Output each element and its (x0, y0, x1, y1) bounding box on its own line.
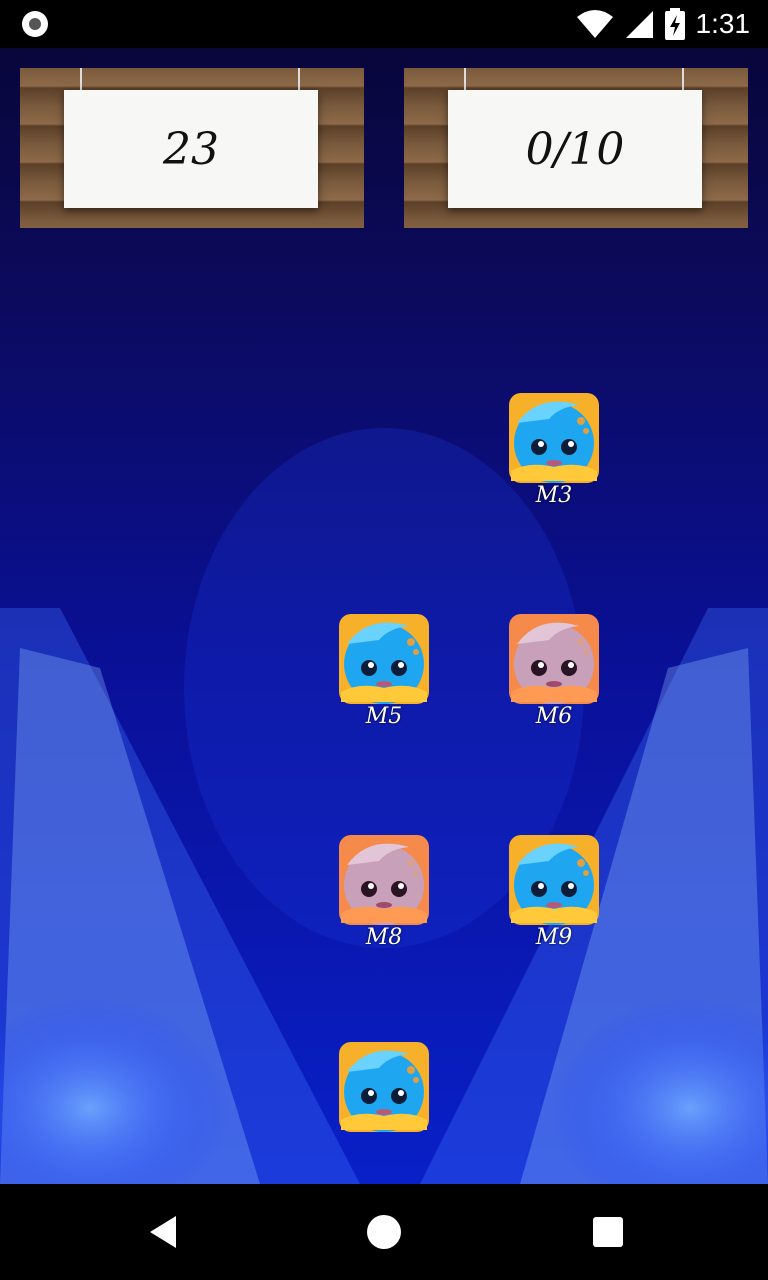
monster-label: M9 (535, 925, 573, 950)
blue-monster-icon (339, 1042, 429, 1132)
clock: 1:31 (695, 8, 751, 39)
blue-monster-icon (339, 614, 429, 704)
status-bar: 1:31 (0, 0, 768, 48)
pink-monster-icon (509, 614, 599, 704)
back-icon[interactable] (144, 1212, 184, 1252)
score-sign: 23 (20, 68, 364, 228)
progress-paper: 0/10 (448, 90, 702, 208)
record-icon (22, 11, 48, 37)
monster-label: M6 (535, 704, 573, 729)
monster-label: M8 (365, 925, 403, 950)
monster-tile[interactable] (339, 1042, 429, 1132)
monster-tile-m6[interactable]: M6 (509, 614, 599, 730)
score-value: 23 (163, 123, 219, 175)
home-icon[interactable] (367, 1215, 401, 1249)
monster-tile-m5[interactable]: M5 (339, 614, 429, 730)
monster-tile-m9[interactable]: M9 (509, 835, 599, 951)
progress-sign: 0/10 (404, 68, 748, 228)
score-paper: 23 (64, 90, 318, 208)
progress-value: 0/10 (525, 123, 625, 175)
monster-tile-m8[interactable]: M8 (339, 835, 429, 951)
wifi-icon (576, 10, 613, 38)
game-board: 23 0/10 M3 M5 M6 M8 M9 (0, 48, 768, 1184)
monster-label: M3 (535, 483, 573, 508)
recents-icon[interactable] (593, 1217, 623, 1247)
battery-charging-icon (664, 8, 685, 40)
blue-monster-icon (509, 835, 599, 925)
monster-label: M5 (365, 704, 403, 729)
pink-monster-icon (339, 835, 429, 925)
status-icons: 1:31 (576, 0, 751, 48)
monster-tile-m3[interactable]: M3 (509, 393, 599, 509)
blue-monster-icon (509, 393, 599, 483)
signal-icon (625, 11, 653, 38)
